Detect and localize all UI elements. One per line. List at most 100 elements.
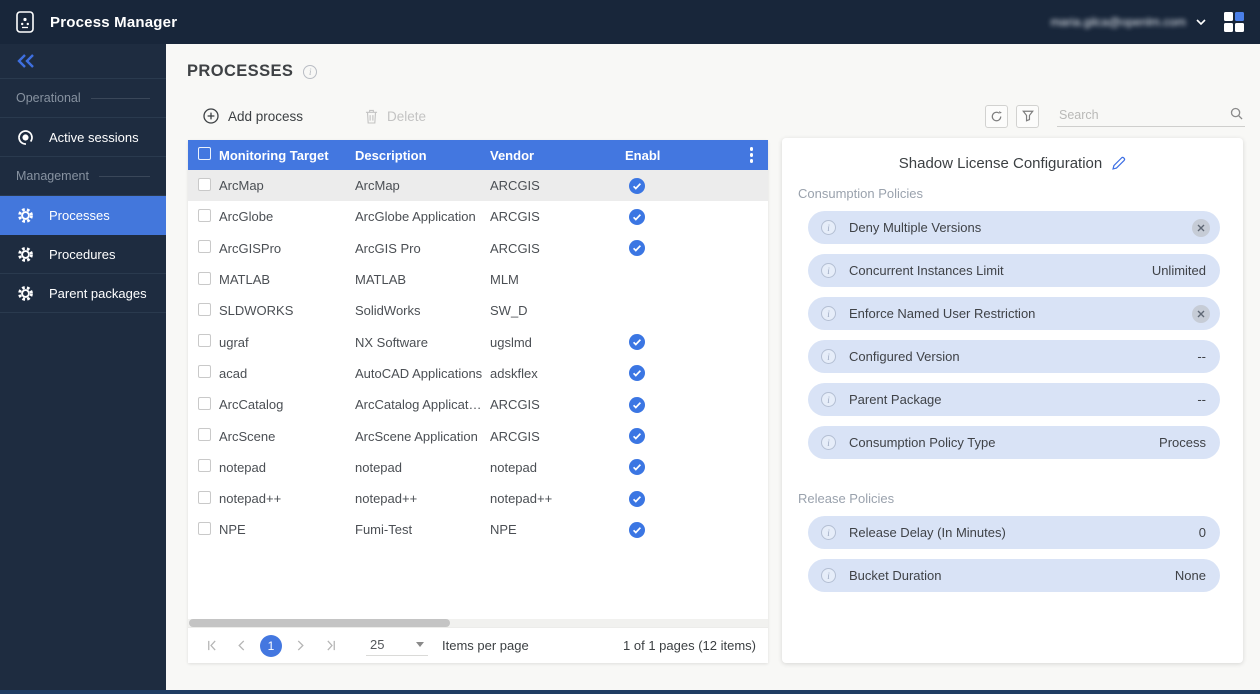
row-checkbox[interactable] [198, 491, 211, 504]
table-row[interactable]: ArcSceneArcScene ApplicationARCGIS [188, 420, 768, 451]
column-header-monitoring-target[interactable]: Monitoring Target [219, 148, 355, 163]
policy-label: Release Delay (In Minutes) [849, 525, 1006, 540]
select-all-checkbox[interactable] [198, 147, 211, 160]
table-row[interactable]: notepad++notepad++notepad++ [188, 483, 768, 514]
table-row[interactable]: notepadnotepadnotepad [188, 452, 768, 483]
refresh-button[interactable] [985, 105, 1008, 128]
info-icon[interactable]: i [821, 435, 836, 450]
policy-label: Configured Version [849, 349, 960, 364]
sidebar-item-procedures[interactable]: Procedures [0, 235, 166, 274]
cell-enabled [625, 397, 741, 413]
policy-row: iParent Package-- [808, 383, 1220, 416]
policy-value: Unlimited [1152, 263, 1210, 278]
first-page-button[interactable] [200, 635, 222, 657]
table-row[interactable]: acadAutoCAD Applicationsadskflex [188, 358, 768, 389]
sidebar-item-parent-packages[interactable]: Parent packages [0, 274, 166, 313]
shadow-license-panel: Shadow License Configuration Consumption… [782, 138, 1243, 663]
cell-description: ArcGIS Pro [355, 241, 490, 256]
grid-square [1235, 23, 1244, 32]
enabled-check-icon [629, 240, 645, 256]
apps-grid-icon[interactable] [1224, 12, 1244, 32]
gear-icon [17, 246, 34, 263]
delete-button[interactable]: Delete [365, 109, 426, 124]
sidebar-collapse-button[interactable] [0, 44, 166, 79]
search-input[interactable] [1057, 105, 1245, 127]
add-process-button[interactable]: Add process [203, 108, 303, 124]
refresh-icon [990, 110, 1003, 123]
policy-label: Enforce Named User Restriction [849, 306, 1035, 321]
radio-target-icon [17, 129, 34, 146]
policy-value: Process [1159, 435, 1210, 450]
table-row[interactable]: SLDWORKSSolidWorksSW_D [188, 295, 768, 326]
horizontal-scrollbar-thumb[interactable] [189, 619, 450, 627]
cell-vendor: notepad [490, 460, 625, 475]
last-page-button[interactable] [320, 635, 342, 657]
row-checkbox[interactable] [198, 397, 211, 410]
info-icon[interactable]: i [821, 306, 836, 321]
info-icon[interactable]: i [821, 220, 836, 235]
row-checkbox[interactable] [198, 209, 211, 222]
row-checkbox[interactable] [198, 240, 211, 253]
cell-monitoring-target: ugraf [219, 335, 355, 350]
enabled-check-icon [629, 459, 645, 475]
enabled-check-icon [629, 209, 645, 225]
policy-row: i Enforce Named User Restriction [808, 297, 1220, 330]
sidebar-item-active-sessions[interactable]: Active sessions [0, 118, 166, 157]
column-menu-kebab-icon[interactable] [741, 143, 762, 167]
info-icon[interactable]: i [821, 568, 836, 583]
enabled-check-icon [629, 365, 645, 381]
info-icon[interactable]: i [821, 392, 836, 407]
info-icon[interactable]: i [821, 263, 836, 278]
previous-page-button[interactable] [230, 635, 252, 657]
clear-x-icon[interactable] [1192, 305, 1210, 323]
table-row[interactable]: ArcMapArcMapARCGIS [188, 170, 768, 201]
row-checkbox[interactable] [198, 272, 211, 285]
cell-enabled [625, 459, 741, 475]
column-header-enabled[interactable]: Enabl [625, 148, 741, 163]
sidebar-item-processes[interactable]: Processes [0, 196, 166, 235]
info-icon[interactable]: i [821, 349, 836, 364]
clear-x-icon[interactable] [1192, 219, 1210, 237]
row-checkbox[interactable] [198, 428, 211, 441]
grid-square [1224, 23, 1233, 32]
column-header-description[interactable]: Description [355, 148, 490, 163]
cell-description: Fumi-Test [355, 522, 490, 537]
table-row[interactable]: MATLABMATLABMLM [188, 264, 768, 295]
table-row[interactable]: ArcGISProArcGIS ProARCGIS [188, 233, 768, 264]
row-checkbox[interactable] [198, 303, 211, 316]
filter-button[interactable] [1016, 105, 1039, 128]
add-process-label: Add process [228, 109, 303, 124]
row-checkbox[interactable] [198, 459, 211, 472]
table-row[interactable]: ugrafNX Softwareugslmd [188, 326, 768, 357]
policy-row: iBucket DurationNone [808, 559, 1220, 592]
row-checkbox[interactable] [198, 178, 211, 191]
row-checkbox[interactable] [198, 334, 211, 347]
chevron-down-icon[interactable] [1196, 19, 1206, 25]
items-per-page-select[interactable]: 25 [366, 635, 428, 656]
next-page-button[interactable] [290, 635, 312, 657]
cell-enabled [625, 334, 741, 350]
policy-section-label: Consumption Policies [798, 186, 1219, 201]
plus-circle-icon [203, 108, 219, 124]
edit-pencil-icon[interactable] [1111, 156, 1126, 171]
window-bottom-edge [0, 690, 1260, 694]
column-header-vendor[interactable]: Vendor [490, 148, 625, 163]
table-row[interactable]: ArcCatalogArcCatalog ApplicationARCGIS [188, 389, 768, 420]
table-row[interactable]: NPEFumi-TestNPE [188, 514, 768, 545]
cell-monitoring-target: notepad++ [219, 491, 355, 506]
policy-label: Concurrent Instances Limit [849, 263, 1004, 278]
search-icon[interactable] [1230, 107, 1243, 125]
info-icon[interactable]: i [303, 65, 317, 79]
current-page-button[interactable]: 1 [260, 635, 282, 657]
pagination-summary: 1 of 1 pages (12 items) [623, 638, 756, 653]
cell-enabled [625, 428, 741, 444]
processes-table: Monitoring Target Description Vendor Ena… [188, 140, 768, 663]
policy-label: Parent Package [849, 392, 942, 407]
sidebar-item-label: Active sessions [49, 130, 139, 145]
user-email[interactable]: maria.gilca@openlm.com [1050, 15, 1186, 29]
row-checkbox[interactable] [198, 365, 211, 378]
info-icon[interactable]: i [821, 525, 836, 540]
policy-row: iConfigured Version-- [808, 340, 1220, 373]
table-row[interactable]: ArcGlobeArcGlobe ApplicationARCGIS [188, 201, 768, 232]
row-checkbox[interactable] [198, 522, 211, 535]
